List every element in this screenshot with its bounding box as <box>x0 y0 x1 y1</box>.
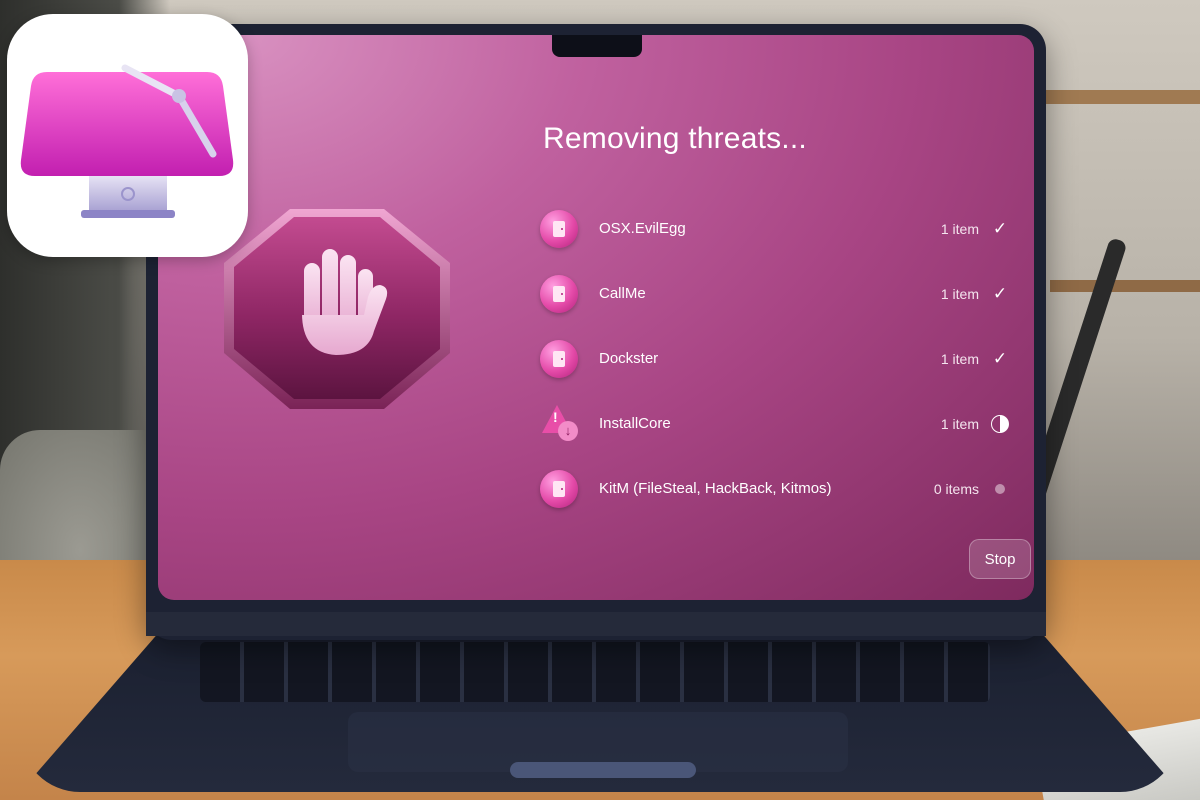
list-item: ! ↓ InstallCore 1 item <box>540 391 1020 456</box>
threat-count: 1 item <box>940 220 979 237</box>
threat-name: CallMe <box>599 285 646 302</box>
list-item: Dockster 1 item ✓ <box>540 326 1020 391</box>
threat-name: KitM (FileSteal, HackBack, Kitmos) <box>599 480 832 497</box>
list-item: KitM (FileSteal, HackBack, Kitmos) 0 ite… <box>540 456 1020 521</box>
threat-name: OSX.EvilEgg <box>599 220 686 237</box>
threat-name: InstallCore <box>599 415 671 432</box>
checkmark-icon: ✓ <box>992 218 1008 238</box>
laptop-front-notch <box>510 762 696 778</box>
door-icon <box>540 274 578 313</box>
door-icon <box>540 209 578 248</box>
threat-count: 1 item <box>940 415 979 432</box>
door-icon <box>540 339 578 378</box>
laptop-keyboard <box>200 642 990 702</box>
threat-count: 1 item <box>940 285 979 302</box>
progress-half-icon <box>990 414 1010 434</box>
stop-button[interactable]: Stop <box>969 539 1031 579</box>
threat-list: OSX.EvilEgg 1 item ✓ CallMe 1 item ✓ Doc… <box>540 196 1020 521</box>
list-item: CallMe 1 item ✓ <box>540 261 1020 326</box>
page-title: Removing threats... <box>543 122 807 155</box>
stop-hand-icon <box>218 203 456 415</box>
cleanmymac-app-icon <box>7 14 248 257</box>
door-icon <box>540 469 578 508</box>
threat-count: 1 item <box>940 350 979 367</box>
shelf-lower <box>1050 280 1200 292</box>
checkmark-icon: ✓ <box>992 348 1008 368</box>
shelf <box>1040 90 1200 104</box>
list-item: OSX.EvilEgg 1 item ✓ <box>540 196 1020 261</box>
checkmark-icon: ✓ <box>992 283 1008 303</box>
threat-name: Dockster <box>599 350 659 367</box>
warning-download-icon: ! ↓ <box>540 404 578 443</box>
threat-count: 0 items <box>933 480 979 497</box>
pending-dot-icon <box>990 479 1010 499</box>
camera-notch <box>552 35 642 57</box>
laptop-hinge <box>146 612 1046 636</box>
